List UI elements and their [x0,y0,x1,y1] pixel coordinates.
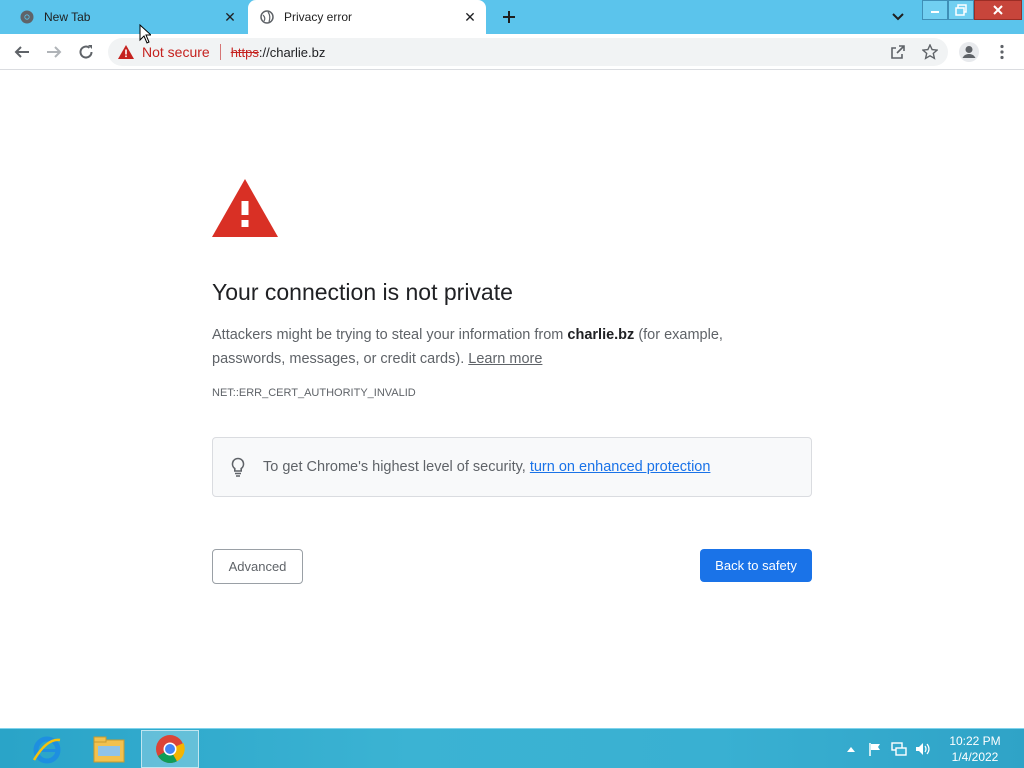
restore-button[interactable] [948,0,974,20]
system-tray [842,729,932,768]
back-button[interactable] [10,40,34,64]
omnibox-actions [888,42,940,62]
back-arrow-icon [14,46,29,58]
enhanced-prefix: To get Chrome's highest level of securit… [263,459,530,475]
forward-button[interactable] [42,40,66,64]
globe-icon [260,10,274,24]
tab-title: Privacy error [284,10,353,24]
minimize-icon [931,11,939,13]
share-icon[interactable] [888,42,908,62]
close-tab-icon[interactable]: ✕ [460,7,480,27]
taskbar-file-explorer[interactable] [80,730,138,768]
menu-button[interactable] [992,39,1012,65]
clock-date: 1/4/2022 [951,750,999,764]
explanation-prefix: Attackers might be trying to steal your … [212,327,568,343]
interstitial-page: Your connection is not private Attackers… [0,71,1024,728]
reload-button[interactable] [74,40,98,64]
tab-privacy-error[interactable]: Privacy error ✕ [248,0,486,34]
volume-icon[interactable] [914,740,932,758]
bookmark-star-icon[interactable] [920,42,940,62]
taskbar: 10:22 PM 1/4/2022 [0,728,1024,768]
window-controls [922,0,1022,20]
internet-explorer-icon [32,736,61,764]
system-clock[interactable]: 10:22 PM 1/4/2022 [940,733,1010,765]
show-hidden-icons-icon[interactable] [842,740,860,758]
action-center-flag-icon[interactable] [866,740,884,758]
chevron-down-icon [892,13,904,21]
separator [219,44,221,60]
learn-more-link[interactable]: Learn more [468,351,542,367]
kebab-menu-icon [1000,44,1004,60]
explanation-text: Attackers might be trying to steal your … [212,323,772,371]
lightbulb-icon [229,457,247,477]
profile-button[interactable] [956,39,982,65]
close-tab-icon[interactable]: ✕ [220,7,240,27]
enhanced-protection-banner: To get Chrome's highest level of securit… [212,437,812,497]
enhanced-protection-link[interactable]: turn on enhanced protection [530,459,711,475]
warning-icon[interactable] [118,44,134,60]
omnibox[interactable]: Not secure https://charlie.bz [108,38,948,66]
taskbar-chrome[interactable] [141,730,199,768]
network-icon[interactable] [890,740,908,758]
tab-search-button[interactable] [886,6,910,28]
advanced-button[interactable]: Advanced [212,549,303,584]
taskbar-internet-explorer[interactable] [18,730,76,768]
avatar-icon [959,42,979,62]
tab-title: New Tab [44,10,91,24]
browser-toolbar: Not secure https://charlie.bz [0,34,1024,70]
domain-name: charlie.bz [567,327,635,343]
url-host: ://charlie.bz [258,44,326,60]
tab-new-tab[interactable]: New Tab ✕ [8,0,246,34]
restore-icon [955,4,967,16]
clock-time: 10:22 PM [949,734,1001,748]
minimize-button[interactable] [922,0,948,20]
chrome-icon [156,735,185,764]
not-secure-label[interactable]: Not secure [142,44,210,60]
close-window-button[interactable] [974,0,1022,20]
page-title: Your connection is not private [212,279,513,305]
plus-icon [503,11,515,23]
chrome-icon [20,10,34,24]
close-icon [993,5,1003,15]
url-scheme: https [230,44,259,60]
reload-icon [79,45,93,59]
new-tab-button[interactable] [496,5,522,29]
warning-triangle-icon [212,179,278,237]
back-to-safety-button[interactable]: Back to safety [700,549,812,582]
file-explorer-icon [93,736,125,763]
enhanced-protection-text: To get Chrome's highest level of securit… [263,459,710,475]
mouse-cursor-icon [139,23,153,44]
tab-strip: New Tab ✕ Privacy error ✕ [0,0,1024,34]
forward-arrow-icon [47,46,62,58]
error-code[interactable]: NET::ERR_CERT_AUTHORITY_INVALID [212,387,416,399]
